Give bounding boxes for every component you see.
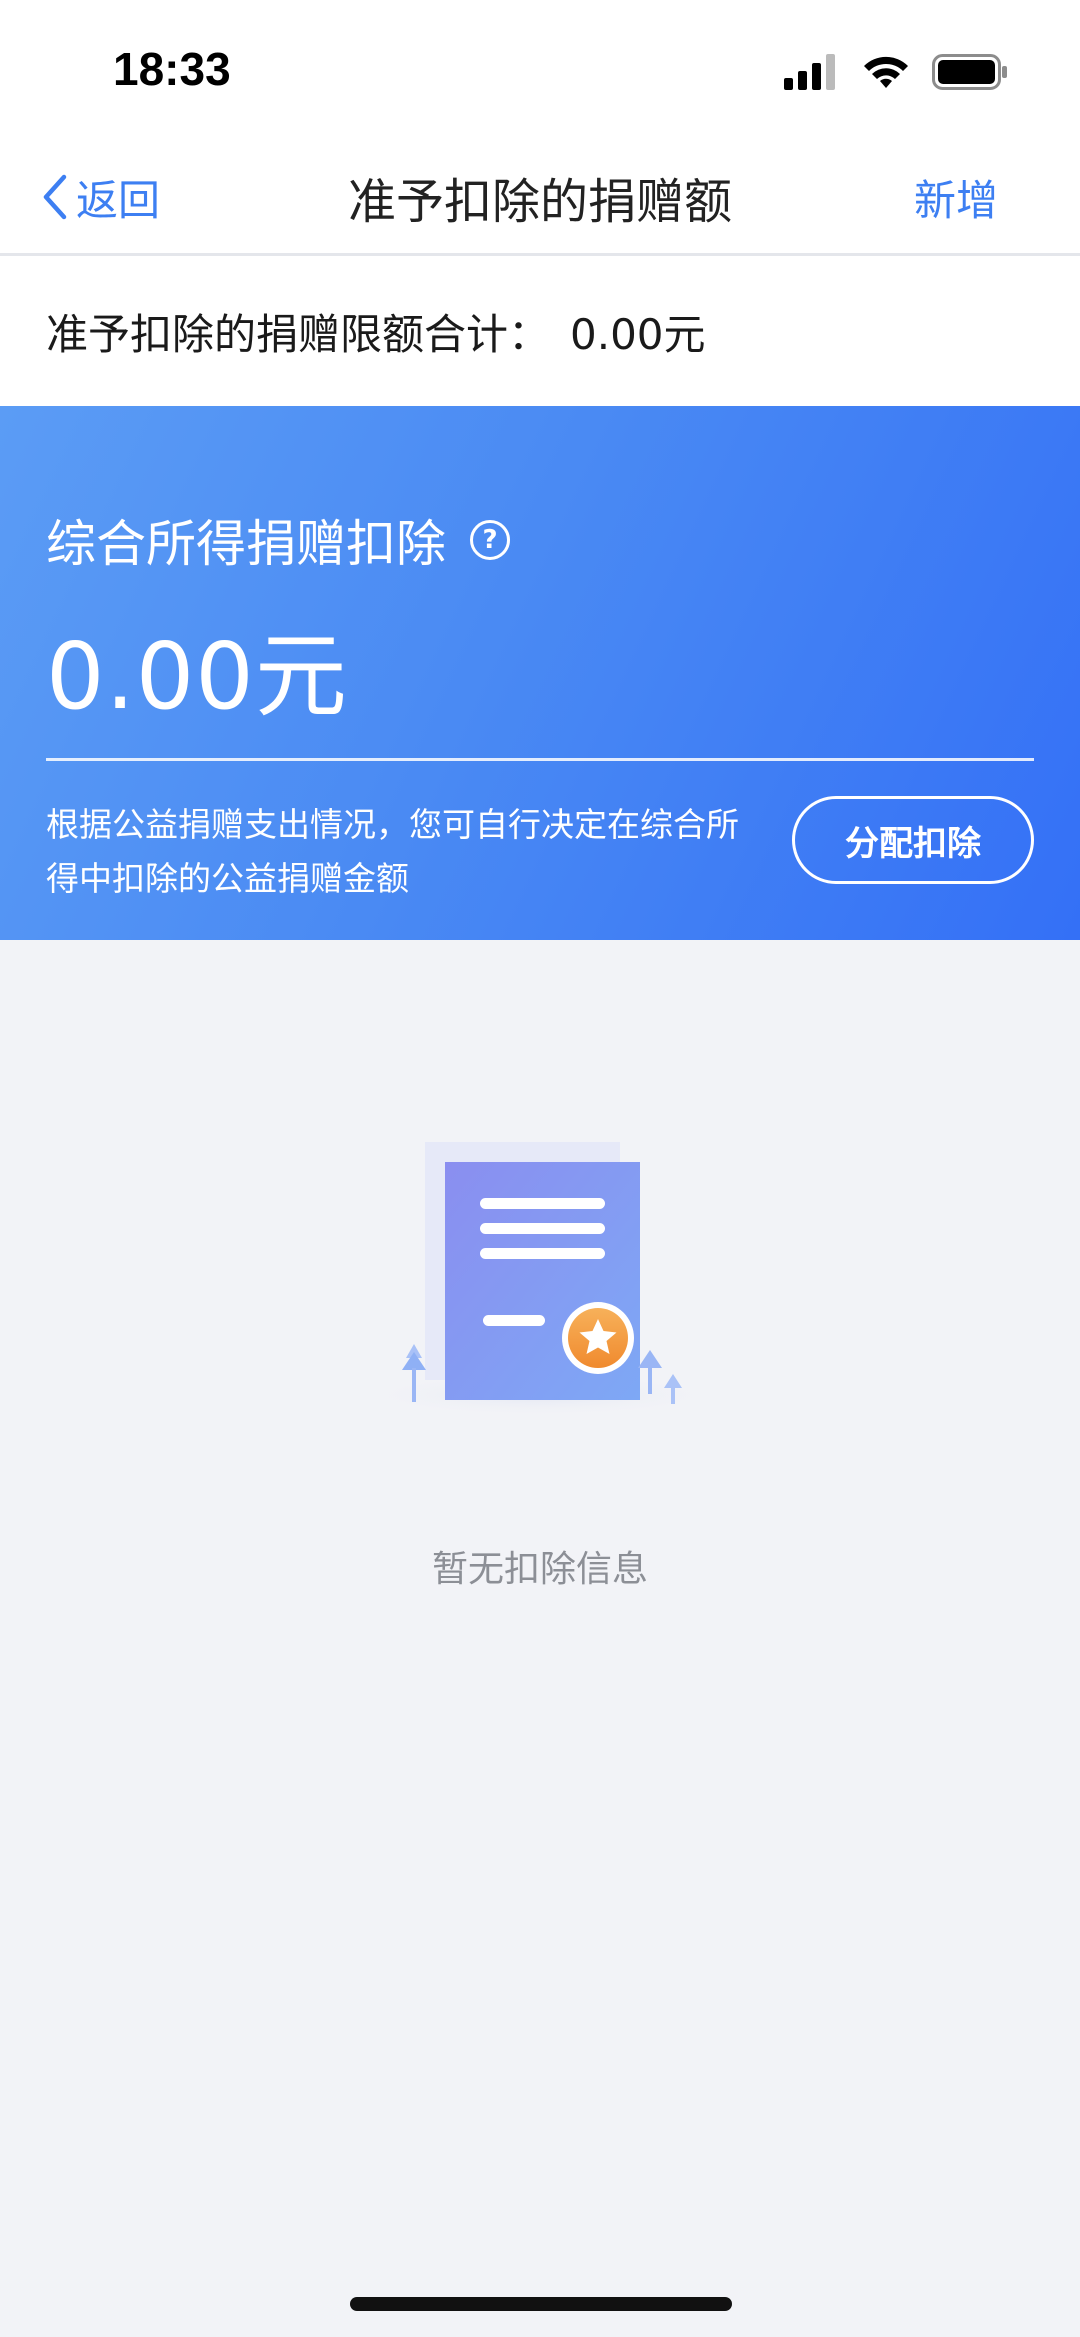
cellular-signal-icon xyxy=(784,54,835,90)
battery-icon xyxy=(932,54,1007,90)
deduction-limit-total: 准予扣除的捐赠限额合计： 0.00元 xyxy=(0,256,1080,406)
wifi-icon xyxy=(864,56,908,88)
limit-value: 0.00元 xyxy=(570,309,706,359)
document-certificate-icon xyxy=(330,1120,750,1440)
limit-label: 准予扣除的捐赠限额合计： xyxy=(46,309,551,359)
card-description: 根据公益捐赠支出情况，您可自行决定在综合所得中扣除的公益捐赠金额 xyxy=(46,805,739,898)
navigation-bar: 返回 准予扣除的捐赠额 新增 xyxy=(0,140,1080,256)
card-heading: 综合所得捐赠扣除 ? xyxy=(46,504,510,576)
home-indicator[interactable] xyxy=(350,2297,732,2311)
status-icons xyxy=(784,52,1008,92)
card-divider xyxy=(46,758,1034,761)
empty-state-message: 暂无扣除信息 xyxy=(431,1549,648,1590)
help-icon[interactable]: ? xyxy=(470,520,510,560)
add-button[interactable]: 新增 xyxy=(914,162,998,232)
status-time: 18:33 xyxy=(113,43,231,95)
allocate-deduction-button[interactable]: 分配扣除 xyxy=(792,796,1034,884)
status-bar: 18:33 xyxy=(0,0,1080,140)
deduction-amount: 0.00元 xyxy=(46,623,348,730)
card-heading-text: 综合所得捐赠扣除 xyxy=(46,515,446,573)
comprehensive-income-deduction-card: 综合所得捐赠扣除 ? 0.00元 根据公益捐赠支出情况，您可自行决定在综合所得中… xyxy=(0,406,1080,940)
